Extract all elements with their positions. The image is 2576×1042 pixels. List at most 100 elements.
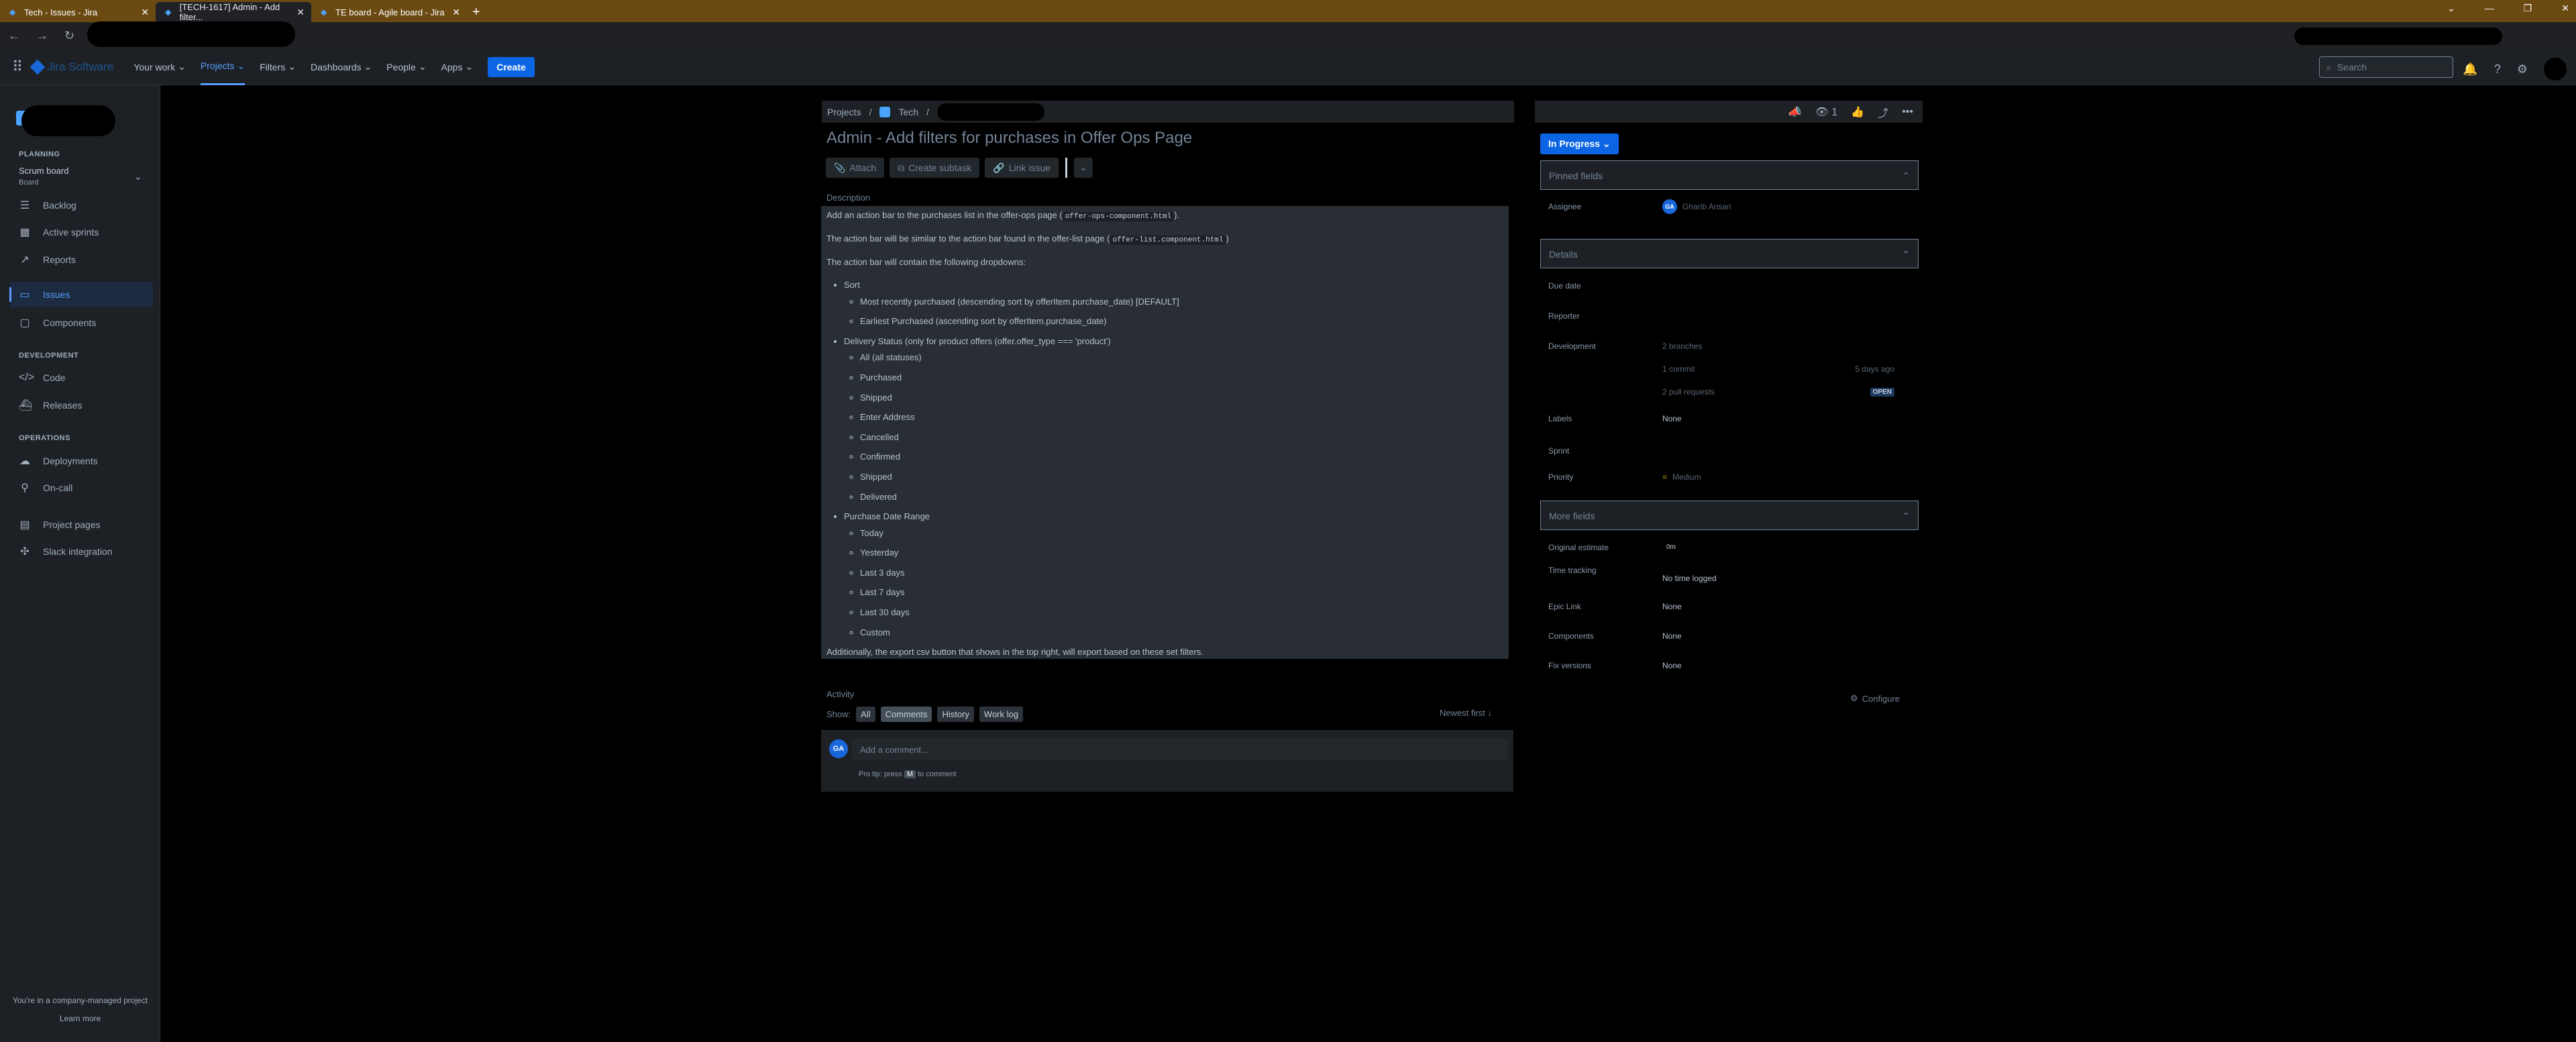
nav-people[interactable]: People ⌄ xyxy=(386,49,426,85)
sidebar-item-releases[interactable]: ⛴ Releases xyxy=(9,393,153,418)
sidebar-item-reports[interactable]: ↗ Reports xyxy=(9,247,153,272)
filter-history[interactable]: History xyxy=(937,707,974,722)
list-item: Earliest Purchased (ascending sort by of… xyxy=(860,316,1503,327)
configure-button[interactable]: ⚙ Configure xyxy=(1850,693,1900,704)
sidebar-item-components[interactable]: ▢ Components xyxy=(9,310,153,335)
share-icon[interactable]: ⤴ xyxy=(1878,104,1888,120)
pull-requests-link[interactable]: 2 pull requests xyxy=(1662,387,1904,397)
more-actions-button[interactable]: ⌄ xyxy=(1074,158,1093,178)
redacted-value xyxy=(1653,278,1733,294)
jira-favicon-icon: ◆ xyxy=(321,7,327,17)
notifications-icon[interactable]: 🔔 xyxy=(2463,62,2477,76)
list-item: Yesterday xyxy=(860,548,1503,558)
more-fields-panel[interactable]: More fields ⌃ xyxy=(1540,501,1919,530)
sort-order-button[interactable]: Newest first ↓ xyxy=(1440,708,1492,718)
time-tracking-bar[interactable] xyxy=(1662,568,1901,571)
link-issue-button[interactable]: 🔗 Link issue xyxy=(985,158,1059,178)
commit-link[interactable]: 1 commit xyxy=(1662,364,1695,374)
pinned-fields-panel[interactable]: Pinned fields ⌃ xyxy=(1540,160,1919,190)
create-button[interactable]: Create xyxy=(488,56,535,77)
components-value[interactable]: None xyxy=(1662,631,1682,641)
issue-title[interactable]: Admin - Add filters for purchases in Off… xyxy=(826,129,1192,148)
company-managed-note: You're in a company-managed project xyxy=(12,996,148,1005)
priority-value[interactable]: Medium xyxy=(1672,472,1701,482)
tab-search-icon[interactable]: ⌄ xyxy=(2447,3,2455,14)
maximize-icon[interactable]: ❐ xyxy=(2524,3,2532,14)
feedback-icon[interactable]: 📣 xyxy=(1788,105,1802,119)
close-tab-icon[interactable]: ✕ xyxy=(297,7,305,18)
desc-paragraph: The action bar will contain the followin… xyxy=(826,257,1026,268)
attach-button[interactable]: 📎 Attach xyxy=(826,158,885,178)
pro-tip: Pro tip: press M to comment xyxy=(859,770,957,778)
jira-logo[interactable]: Jira Software xyxy=(30,59,113,74)
watchers[interactable]: 👁 1 xyxy=(1815,105,1838,119)
nav-apps[interactable]: Apps ⌄ xyxy=(441,49,474,85)
learn-more-link[interactable]: Learn more xyxy=(0,1014,160,1023)
planning-heading: PLANNING xyxy=(19,150,60,158)
slack-icon: ✣ xyxy=(20,546,30,558)
nav-your-work[interactable]: Your work ⌄ xyxy=(133,49,185,85)
description-body[interactable]: Add an action bar to the purchases list … xyxy=(821,206,1509,659)
fix-versions-value[interactable]: None xyxy=(1662,661,1682,670)
breadcrumb-projects[interactable]: Projects xyxy=(827,107,861,117)
sprint-row: Sprint xyxy=(1548,443,1913,459)
pinned-fields-title: Pinned fields xyxy=(1549,170,1603,181)
search-input[interactable]: ⌕ Search xyxy=(2319,56,2453,78)
help-icon[interactable]: ? xyxy=(2494,62,2501,76)
sidebar-item-code[interactable]: </> Code xyxy=(9,365,153,390)
labels-label: Labels xyxy=(1548,414,1572,423)
operations-heading: OPERATIONS xyxy=(19,434,70,442)
labels-value[interactable]: None xyxy=(1662,414,1682,423)
jira-favicon-icon: ◆ xyxy=(165,7,172,17)
sidebar-item-slack[interactable]: ✣ Slack integration xyxy=(9,539,153,564)
address-bar: ← → ↻ xyxy=(0,22,2576,49)
sidebar-item-on-call[interactable]: ⚲ On-call xyxy=(9,475,153,501)
status-button[interactable]: In Progress ⌄ xyxy=(1540,134,1619,154)
reload-icon[interactable]: ↻ xyxy=(64,29,74,43)
sidebar-item-issues[interactable]: ▭ Issues xyxy=(9,282,153,307)
nav-dashboards[interactable]: Dashboards ⌄ xyxy=(311,49,372,85)
filter-all[interactable]: All xyxy=(856,707,875,722)
epic-link-value[interactable]: None xyxy=(1662,602,1682,611)
chevron-down-icon[interactable]: ⌄ xyxy=(134,171,142,183)
breadcrumb-project[interactable]: Tech xyxy=(898,107,918,117)
nav-filters[interactable]: Filters ⌄ xyxy=(260,49,296,85)
close-window-icon[interactable]: ✕ xyxy=(2561,3,2569,14)
more-icon[interactable]: ••• xyxy=(1902,106,1913,118)
list-item: Last 3 days xyxy=(860,568,1503,578)
minimize-icon[interactable]: — xyxy=(2485,3,2494,14)
board-name: Scrum board xyxy=(19,166,69,176)
branches-link[interactable]: 2 branches xyxy=(1662,342,1904,351)
priority-row: Priority = Medium xyxy=(1548,472,1913,482)
nav-projects[interactable]: Projects ⌄ xyxy=(200,49,246,85)
sidebar-item-active-sprints[interactable]: ▦ Active sprints xyxy=(9,219,153,245)
browser-tab-tech-issues[interactable]: ◆ Tech - Issues - Jira ✕ xyxy=(0,2,156,22)
like-icon[interactable]: 👍 xyxy=(1851,105,1864,119)
on-call-icon: ⚲ xyxy=(21,482,29,494)
browser-tab-board[interactable]: ◆ TE board - Agile board - Jira ✕ xyxy=(311,2,467,22)
details-panel[interactable]: Details ⌃ xyxy=(1540,239,1919,268)
profile-avatar[interactable] xyxy=(2544,58,2567,81)
assignee-value[interactable]: Gharib Ansari xyxy=(1682,202,1731,211)
sidebar-item-project-pages[interactable]: ▤ Project pages xyxy=(9,512,153,537)
chevron-up-icon: ⌃ xyxy=(1902,510,1910,521)
app-switcher-icon[interactable]: ⠿ xyxy=(12,58,23,76)
redacted-value xyxy=(1646,308,1780,324)
board-selector[interactable]: Scrum board Board xyxy=(19,166,68,187)
sidebar-item-backlog[interactable]: ☰ Backlog xyxy=(9,193,153,218)
close-tab-icon[interactable]: ✕ xyxy=(141,7,149,18)
tab-title: Tech - Issues - Jira xyxy=(24,7,98,17)
new-tab-button[interactable]: + xyxy=(472,2,480,22)
back-icon[interactable]: ← xyxy=(8,29,20,43)
comment-input[interactable]: Add a comment... xyxy=(852,739,1508,760)
create-subtask-button[interactable]: ⧉ Create subtask xyxy=(890,158,980,178)
browser-tab-issue[interactable]: ◆ [TECH-1617] Admin - Add filter... ✕ xyxy=(156,2,311,22)
close-tab-icon[interactable]: ✕ xyxy=(452,7,460,18)
filter-work-log[interactable]: Work log xyxy=(979,707,1023,722)
sidebar-item-deployments[interactable]: ☁ Deployments xyxy=(9,448,153,474)
settings-gear-icon[interactable]: ⚙ xyxy=(2517,62,2528,76)
original-estimate-value[interactable]: 0m xyxy=(1662,542,1680,552)
filter-comments[interactable]: Comments xyxy=(880,707,932,722)
pr-status-badge: OPEN xyxy=(1870,388,1894,397)
forward-icon[interactable]: → xyxy=(36,29,48,43)
